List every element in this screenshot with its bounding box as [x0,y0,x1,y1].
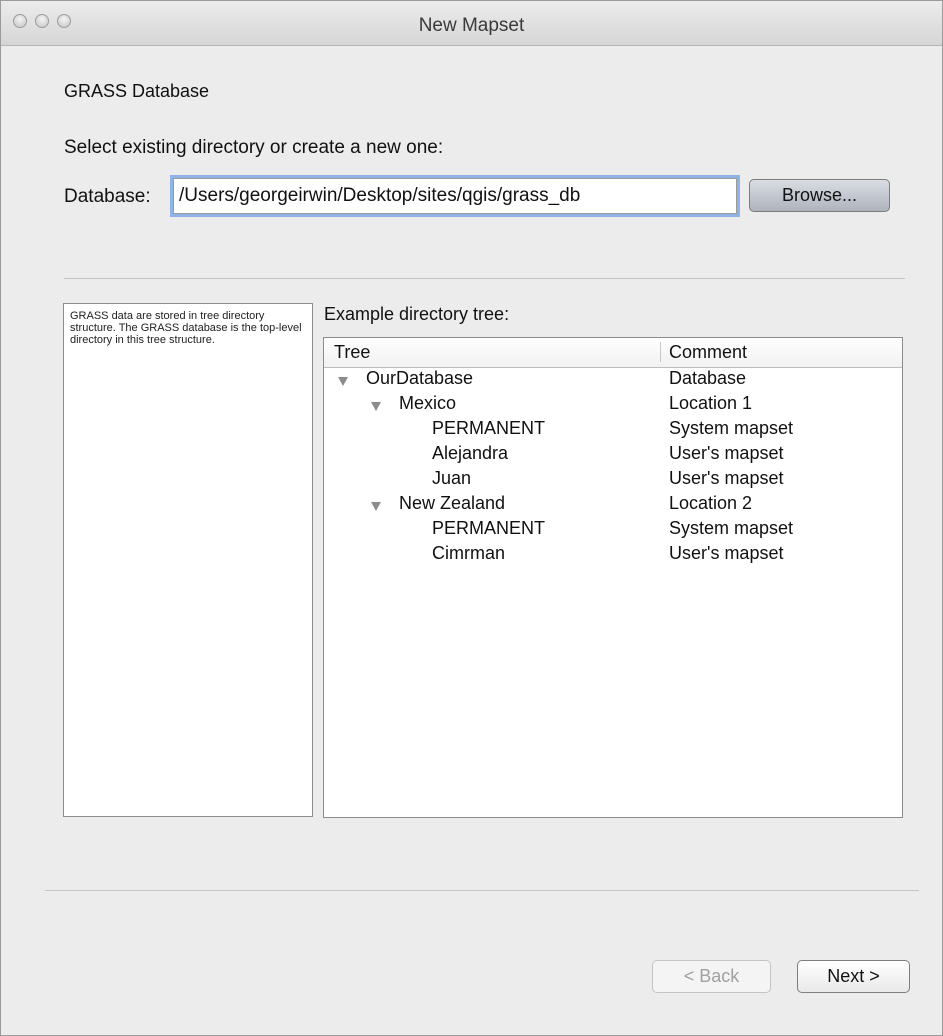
tree-row-name: Cimrman [432,543,506,563]
tree-row-name: Alejandra [432,443,509,463]
tree-row-name: OurDatabase [366,368,474,388]
separator-top [64,278,905,279]
column-header-tree[interactable]: Tree [334,342,370,363]
tree-row[interactable]: PERMANENT System mapset [324,518,902,543]
tree-row-comment: Location 2 [669,493,753,513]
column-header-comment[interactable]: Comment [669,342,747,363]
tree-row-comment: Database [669,368,747,388]
tree-row-comment: User's mapset [669,443,784,463]
tree-row[interactable]: Alejandra User's mapset [324,443,902,468]
tree-row-comment: System mapset [669,418,794,438]
instruction-text: Select existing directory or create a ne… [64,137,444,158]
tree-row-name: PERMANENT [432,418,546,438]
example-tree-label: Example directory tree: [324,304,510,324]
tree-row-name: Juan [432,468,472,488]
disclosure-triangle-icon[interactable] [371,502,381,511]
new-mapset-window: New Mapset GRASS Database Select existin… [0,0,943,1036]
tree-row-name: PERMANENT [432,518,546,538]
example-directory-tree[interactable]: Tree Comment OurDatabase Database Mexico Lo… [323,337,903,818]
tree-row-comment: Location 1 [669,393,753,413]
disclosure-triangle-icon[interactable] [371,402,381,411]
database-label: Database: [64,186,151,207]
tree-row-comment: User's mapset [669,543,784,563]
title-bar[interactable]: New Mapset [1,1,942,46]
back-button[interactable]: < Back [652,960,771,993]
database-path-input[interactable] [173,178,737,214]
browse-button[interactable]: Browse... [749,179,890,212]
tree-row[interactable]: Mexico Location 1 [324,393,902,418]
tree-row-comment: User's mapset [669,468,784,488]
next-button[interactable]: Next > [797,960,910,993]
tree-row[interactable]: PERMANENT System mapset [324,418,902,443]
disclosure-triangle-icon[interactable] [338,377,348,386]
tree-row[interactable]: New Zealand Location 2 [324,493,902,518]
tree-row-comment: System mapset [669,518,794,538]
tree-row[interactable]: Cimrman User's mapset [324,543,902,568]
column-divider [660,342,661,362]
tree-row[interactable]: OurDatabase Database [324,368,902,393]
separator-bottom [45,890,919,891]
window-title: New Mapset [418,15,525,36]
section-title: GRASS Database [64,81,210,101]
tree-row-name: Mexico [399,393,457,413]
tree-row-name: New Zealand [399,493,506,513]
tree-row[interactable]: Juan User's mapset [324,468,902,493]
info-panel: GRASS data are stored in tree directory … [63,303,313,817]
tree-header: Tree Comment [324,338,902,368]
